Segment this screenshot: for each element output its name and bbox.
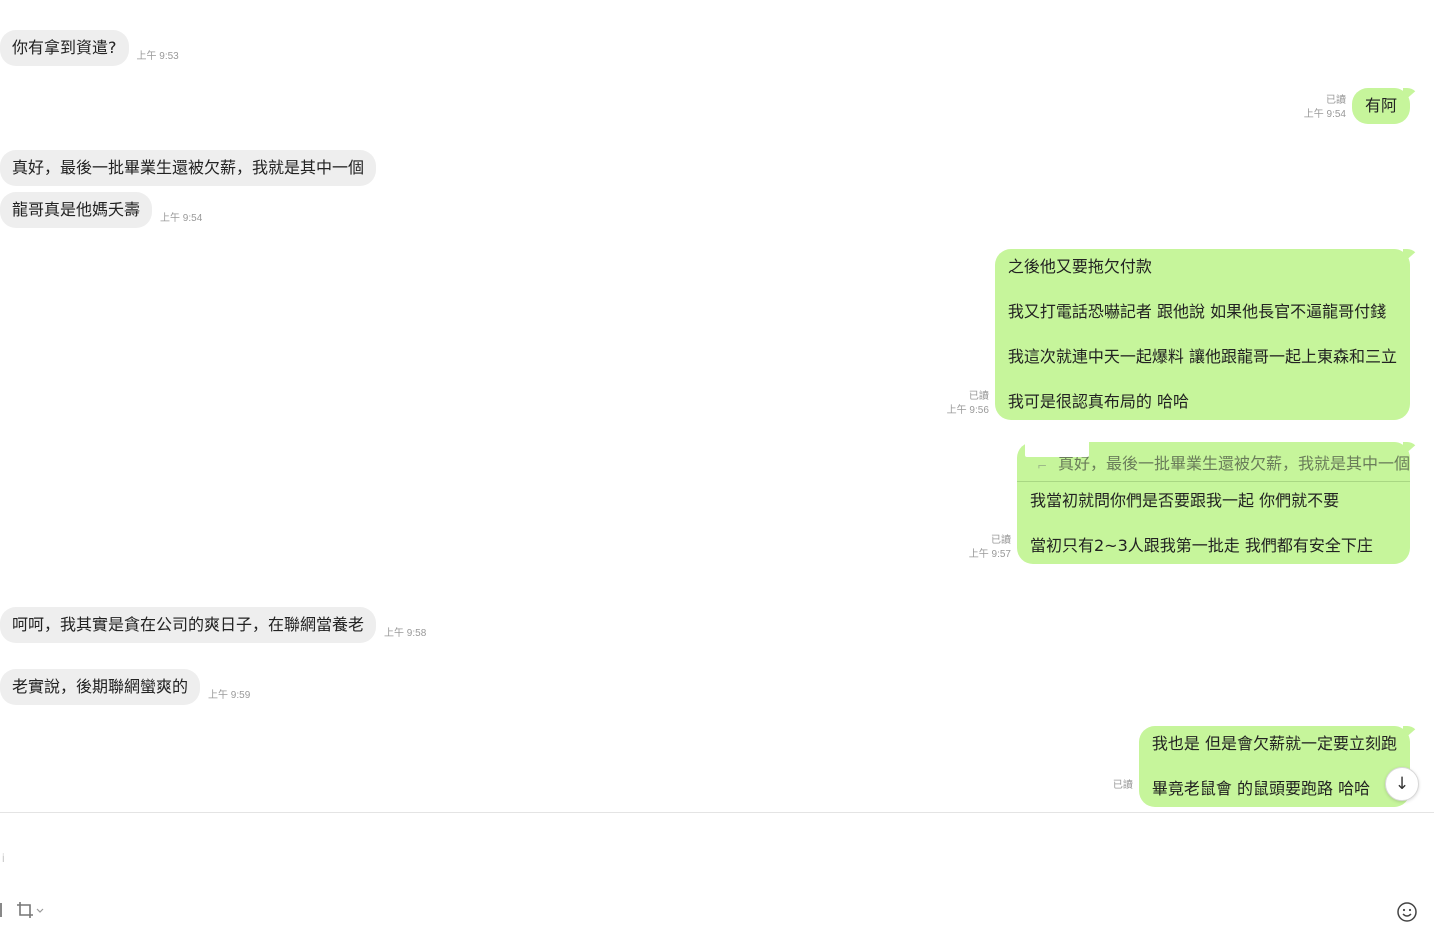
composer-toolbar — [0, 901, 44, 919]
message-meta: 上午 9:58 — [384, 627, 426, 641]
message-line: 當初只有2~3人跟我第一批走 我們都有安全下庄 — [1029, 536, 1373, 555]
reply-quote[interactable]: ⌐ 真好，最後一批畢業生還被欠薪，我就是其中一個 — [1016, 427, 1410, 482]
message-meta: 上午 9:54 — [160, 212, 202, 226]
message-time: 上午 9:56 — [946, 405, 989, 416]
message-meta: 已讀 上午 9:56 — [947, 390, 989, 418]
screenshot-button[interactable] — [16, 901, 44, 919]
message-meta: 已讀 — [1113, 779, 1133, 793]
outgoing-bubble[interactable]: 我也是 但是會欠薪就一定要立刻跑 畢竟老鼠會 的鼠頭要跑路 哈哈 — [1138, 726, 1410, 807]
message-list[interactable]: 你有拿到資遣? 上午 9:53 已讀 上午 9:54 有阿 真好，最後一批畢業生… — [0, 0, 1434, 812]
scroll-to-bottom-button[interactable]: ↓ — [1385, 767, 1419, 801]
message-row: 已讀 上午 9:54 有阿 — [1298, 88, 1410, 124]
message-line: 我也是 但是會欠薪就一定要立刻跑 — [1151, 734, 1397, 753]
reply-quote-text: 真好，最後一批畢業生還被欠薪，我就是其中一個 — [1057, 454, 1410, 473]
message-row: 你有拿到資遣? 上午 9:53 — [0, 30, 185, 66]
message-time: 上午 9:58 — [384, 628, 427, 639]
reply-thumbnail — [1024, 427, 1089, 457]
message-time: 上午 9:59 — [208, 690, 251, 701]
read-receipt: 已讀 — [1112, 780, 1133, 791]
message-meta: 已讀 上午 9:54 — [1304, 94, 1346, 122]
message-row: 龍哥真是他媽夭壽 上午 9:54 — [0, 192, 208, 228]
message-row: 真好，最後一批畢業生還被欠薪，我就是其中一個 — [0, 150, 377, 186]
message-line: 之後他又要拖欠付款 — [1007, 257, 1152, 276]
message-row: 已讀 我也是 但是會欠薪就一定要立刻跑 畢竟老鼠會 的鼠頭要跑路 哈哈 — [1107, 726, 1410, 807]
message-input[interactable] — [0, 823, 1382, 893]
chevron-down-icon — [36, 908, 44, 913]
message-row: 已讀 上午 9:56 之後他又要拖欠付款 我又打電話恐嚇記者 跟他說 如果他長官… — [941, 249, 1410, 420]
message-time: 上午 9:57 — [968, 549, 1011, 560]
message-line: 我又打電話恐嚇記者 跟他說 如果他長官不逼龍哥付錢 — [1007, 302, 1387, 321]
outgoing-bubble[interactable]: 有阿 — [1351, 88, 1410, 124]
outgoing-bubble[interactable]: 之後他又要拖欠付款 我又打電話恐嚇記者 跟他說 如果他長官不逼龍哥付錢 我這次就… — [994, 249, 1410, 420]
message-meta: 已讀 上午 9:57 — [969, 534, 1011, 562]
composer — [0, 813, 1434, 934]
outgoing-reply-bubble[interactable]: ⌐ 真好，最後一批畢業生還被欠薪，我就是其中一個 我當初就問你們是否要跟我一起 … — [1016, 427, 1410, 564]
reply-arrow-icon: ⌐ — [1036, 459, 1048, 473]
read-receipt: 已讀 — [990, 535, 1011, 546]
message-line: 我可是很認真布局的 哈哈 — [1007, 392, 1189, 411]
incoming-bubble[interactable]: 你有拿到資遣? — [0, 30, 129, 66]
message-text: 真好，最後一批畢業生還被欠薪，我就是其中一個 — [12, 158, 365, 177]
emoji-button[interactable] — [1396, 901, 1418, 923]
message-text: 你有拿到資遣? — [12, 38, 117, 57]
incoming-bubble[interactable]: 老實說，後期聯網蠻爽的 — [0, 669, 201, 705]
chat-window: 你有拿到資遣? 上午 9:53 已讀 上午 9:54 有阿 真好，最後一批畢業生… — [0, 0, 1434, 934]
message-time: 上午 9:54 — [1303, 109, 1346, 120]
message-text: 有阿 — [1364, 96, 1397, 115]
message-line: 我當初就問你們是否要跟我一起 你們就不要 — [1029, 491, 1340, 510]
message-row: 老實說，後期聯網蠻爽的 上午 9:59 — [0, 669, 256, 705]
message-row: 呵呵，我其實是貪在公司的爽日子，在聯網當養老 上午 9:58 — [0, 607, 432, 643]
emoji-icon — [1397, 902, 1417, 922]
incoming-bubble[interactable]: 龍哥真是他媽夭壽 — [0, 192, 153, 228]
incoming-bubble[interactable]: 真好，最後一批畢業生還被欠薪，我就是其中一個 — [0, 150, 377, 186]
crop-icon — [17, 902, 33, 918]
read-receipt: 已讀 — [1325, 95, 1346, 106]
message-time: 上午 9:53 — [136, 51, 179, 62]
message-line: 畢竟老鼠會 的鼠頭要跑路 哈哈 — [1151, 779, 1371, 798]
incoming-bubble[interactable]: 呵呵，我其實是貪在公司的爽日子，在聯網當養老 — [0, 607, 377, 643]
message-meta: 上午 9:53 — [137, 50, 179, 64]
message-text: 老實說，後期聯網蠻爽的 — [12, 677, 189, 696]
message-text: 龍哥真是他媽夭壽 — [12, 200, 141, 219]
read-receipt: 已讀 — [968, 391, 989, 402]
message-text: 呵呵，我其實是貪在公司的爽日子，在聯網當養老 — [12, 615, 365, 634]
toolbar-separator — [0, 903, 2, 917]
message-row: 已讀 上午 9:57 ⌐ 真好，最後一批畢業生還被欠薪，我就是其中一個 我當初就… — [963, 427, 1410, 564]
message-meta: 上午 9:59 — [208, 689, 250, 703]
message-time: 上午 9:54 — [160, 213, 203, 224]
arrow-down-icon: ↓ — [1394, 774, 1410, 794]
message-line: 我這次就連中天一起爆料 讓他跟龍哥一起上東森和三立 — [1007, 347, 1397, 366]
